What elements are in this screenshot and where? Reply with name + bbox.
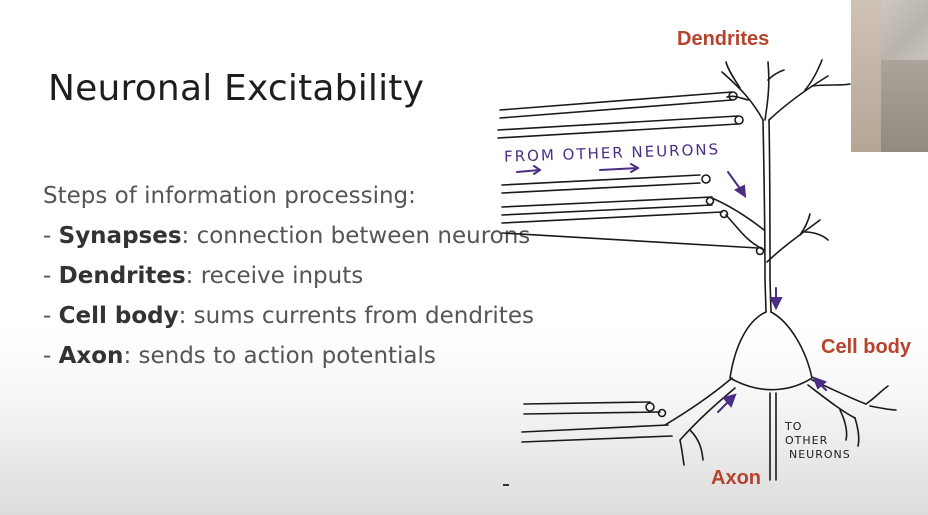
cell-body-shape: [729, 311, 813, 391]
label-cell-body: Cell body: [821, 336, 912, 358]
basal-dendrite-left: [664, 377, 733, 426]
input-axon-2: [497, 115, 739, 131]
handwritten-to: TO: [785, 420, 803, 433]
handwritten-to-other-neurons: TO OTHER NEURONS: [785, 420, 851, 462]
dendrite-top-mid: [764, 61, 770, 121]
slide: Neuronal Excitability Steps of informati…: [0, 0, 928, 515]
handwritten-neurons: NEURONS: [789, 448, 851, 461]
arrow-input-2: [599, 167, 639, 171]
webcam-skin: [851, 0, 881, 152]
dendrite-mid-right: [766, 219, 821, 263]
dendrite-top-right: [768, 75, 829, 121]
basal-dendrite-right: [807, 384, 856, 419]
input-axon-3: [501, 174, 701, 186]
input-axon-1: [499, 91, 733, 111]
handwritten-other: OTHER: [785, 434, 829, 447]
arrow-synapse: [727, 171, 742, 191]
label-axon: Axon: [711, 467, 761, 489]
label-dendrites: Dendrites: [677, 28, 770, 50]
input-axon-4: [501, 196, 713, 208]
apical-trunk: [762, 119, 767, 313]
webcam-overlay: [851, 0, 928, 152]
cursor-mark: [503, 484, 509, 486]
